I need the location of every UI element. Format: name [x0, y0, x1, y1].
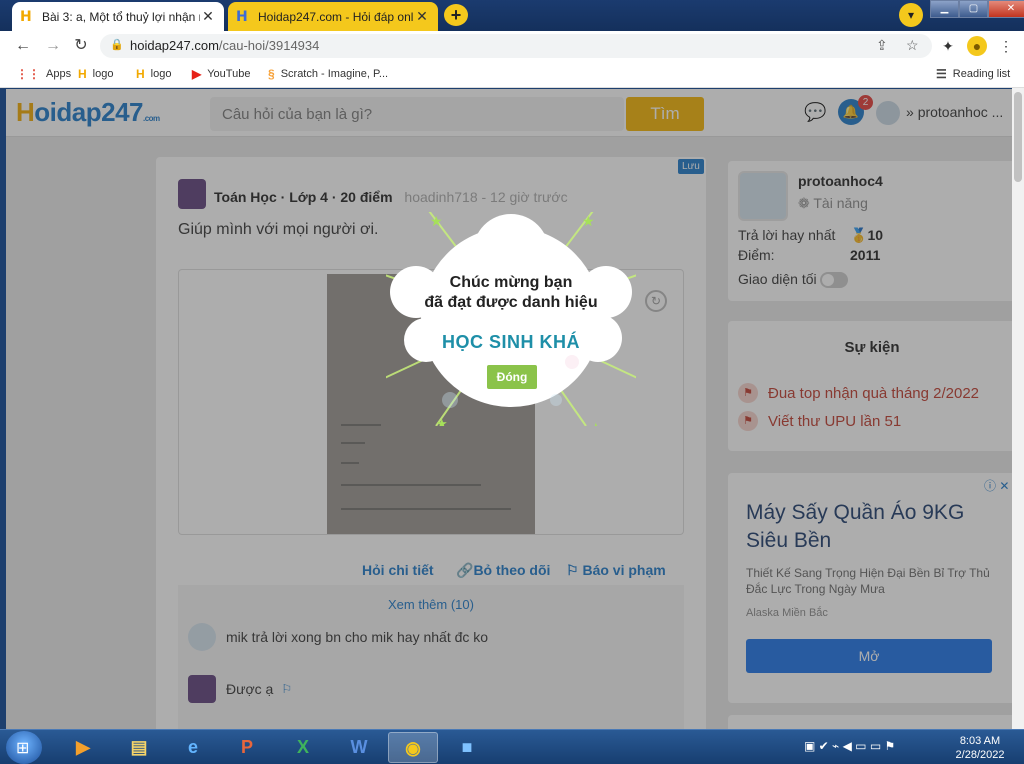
tray-icons[interactable]: ▣ ✔ ⌁ ◀ ▭ ▭ ⚑	[804, 739, 895, 753]
achievement-popup: ★ ★ ★ ★ Chúc mừng bạn đã đạt được danh h…	[386, 212, 636, 426]
new-tab-button[interactable]: +	[444, 4, 468, 26]
reading-list[interactable]: ☰ Reading list	[936, 67, 1010, 81]
minimize-icon[interactable]: ▁	[930, 0, 959, 18]
share-icon[interactable]: ⇪	[876, 37, 888, 54]
bookmark-apps[interactable]: ⋮⋮ Apps	[16, 67, 71, 81]
window-controls: ▁ ▢ ✕	[930, 0, 1024, 18]
extensions-puzzle-icon[interactable]: ✦	[938, 36, 958, 56]
hoidap-favicon-icon: H	[236, 8, 248, 25]
back-arrow-icon[interactable]: ←	[12, 35, 34, 57]
bookmark-logo-1[interactable]: Hlogo	[78, 67, 113, 81]
windows-taskbar: ⊞ ▶ ▤ e P X W ◉ ■ ▣ ✔ ⌁ ◀ ▭ ▭ ⚑ 8:03 AM …	[0, 729, 1024, 764]
url-text: hoidap247.com/cau-hoi/3914934	[130, 38, 320, 53]
popup-congrats-line1: Chúc mừng bạn	[449, 274, 573, 291]
tab-close-icon[interactable]: ✕	[414, 8, 430, 25]
chrome-icon[interactable]: ◉	[388, 732, 438, 763]
start-button[interactable]: ⊞	[6, 731, 42, 764]
profile-avatar-icon[interactable]: ●	[967, 36, 987, 56]
bookmark-youtube[interactable]: ▶ YouTube	[192, 67, 250, 81]
scrollbar-thumb[interactable]	[1014, 92, 1022, 182]
window-close-icon[interactable]: ✕	[988, 0, 1024, 18]
media-player-icon[interactable]: ▶	[58, 732, 108, 763]
lock-icon: 🔒	[110, 39, 124, 51]
youtube-icon: ▶	[192, 67, 202, 81]
zoom-icon[interactable]: ■	[442, 732, 492, 763]
scratch-icon: §	[268, 67, 275, 81]
forward-arrow-icon[interactable]: →	[42, 35, 64, 57]
hoidap-favicon-icon: H	[136, 67, 145, 81]
tab-close-icon[interactable]: ✕	[200, 8, 216, 25]
tab-search-chevron-icon[interactable]: ▾	[899, 3, 923, 27]
url-input[interactable]: 🔒 hoidap247.com/cau-hoi/3914934 ⇪ ☆	[100, 34, 932, 58]
maximize-icon[interactable]: ▢	[959, 0, 988, 18]
popup-close-button[interactable]: Đóng	[487, 365, 537, 389]
bookmark-star-icon[interactable]: ☆	[906, 37, 919, 54]
popup-rank-title: HỌC SINH KHÁ	[441, 332, 580, 352]
hoidap-favicon-icon: H	[20, 8, 32, 25]
system-clock[interactable]: 8:03 AM 2/28/2022	[948, 734, 1012, 762]
windows-logo-icon: ⊞	[16, 740, 30, 757]
excel-icon[interactable]: X	[278, 732, 328, 763]
apps-grid-icon: ⋮⋮	[16, 67, 40, 81]
tab-label: Hoidap247.com - Hỏi đáp online	[258, 9, 414, 24]
file-explorer-icon[interactable]: ▤	[114, 732, 164, 763]
popup-congrats-line2: đã đạt được danh hiệu	[424, 294, 598, 311]
tab-question[interactable]: H Bài 3: a, Một tổ thuỷ lợi nhận nạo ✕	[12, 2, 224, 31]
bookmark-logo-2[interactable]: Hlogo	[136, 67, 171, 81]
bookmarks-bar: ⋮⋮ Apps Hlogo Hlogo ▶ YouTube § Scratch - I…	[0, 61, 1024, 88]
tab-hoidap[interactable]: H Hoidap247.com - Hỏi đáp online ✕	[228, 2, 438, 31]
tab-label: Bài 3: a, Một tổ thuỷ lợi nhận nạo	[42, 9, 200, 24]
kebab-menu-icon[interactable]: ⋮	[996, 36, 1016, 56]
internet-explorer-icon[interactable]: e	[168, 732, 218, 763]
powerpoint-icon[interactable]: P	[222, 732, 272, 763]
svg-text:★: ★	[590, 421, 602, 426]
address-bar-row: ← → ↻ 🔒 hoidap247.com/cau-hoi/3914934 ⇪ …	[0, 31, 1024, 61]
browser-titlebar: H Bài 3: a, Một tổ thuỷ lợi nhận nạo ✕ H…	[0, 0, 1024, 31]
reading-list-icon: ☰	[936, 67, 947, 81]
scrollbar[interactable]	[1012, 88, 1024, 729]
bookmark-scratch[interactable]: § Scratch - Imagine, P...	[268, 67, 388, 81]
burst-cloud-graphic: ★ ★ ★ ★	[386, 212, 636, 426]
hoidap-favicon-icon: H	[78, 67, 87, 81]
svg-text:★: ★	[436, 417, 448, 426]
reload-icon[interactable]: ↻	[70, 35, 92, 57]
svg-text:★: ★	[430, 214, 443, 230]
word-icon[interactable]: W	[334, 732, 384, 763]
svg-text:★: ★	[582, 214, 595, 230]
